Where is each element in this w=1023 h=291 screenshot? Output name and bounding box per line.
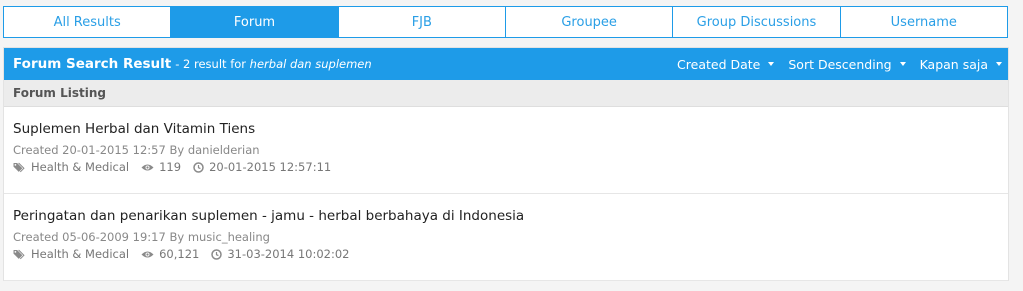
thread-meta: Created 20-01-2015 12:57 By danielderian bbox=[13, 143, 999, 157]
author-link[interactable]: music_healing bbox=[188, 230, 270, 244]
search-query: herbal dan suplemen bbox=[249, 57, 372, 71]
results-header: Forum Search Result - 2 result for herba… bbox=[4, 48, 1008, 80]
tab-forum[interactable]: Forum bbox=[171, 7, 339, 37]
tag-icon bbox=[13, 249, 26, 260]
views-count: 60,121 bbox=[159, 247, 200, 261]
time-range-label: Kapan saja bbox=[919, 56, 988, 72]
tab-group-discussions[interactable]: Group Discussions bbox=[673, 7, 841, 37]
sort-order-dropdown[interactable]: Sort Descending bbox=[788, 56, 906, 72]
caret-down-icon bbox=[768, 62, 775, 66]
category-stat: Health & Medical bbox=[13, 247, 129, 261]
eye-icon bbox=[141, 163, 154, 172]
created-info: Created 05-06-2009 19:17 By bbox=[13, 230, 185, 244]
category-link[interactable]: Health & Medical bbox=[31, 247, 129, 261]
clock-icon bbox=[211, 248, 223, 260]
thread-title-link[interactable]: Peringatan dan penarikan suplemen - jamu… bbox=[13, 208, 524, 224]
thread-stats: Health & Medical 119 20-01-2015 12:57:11 bbox=[13, 160, 999, 174]
tab-fjb[interactable]: FJB bbox=[339, 7, 506, 37]
last-post-stat: 20-01-2015 12:57:11 bbox=[193, 160, 331, 174]
results-count: - 2 result for bbox=[175, 57, 247, 71]
author-link[interactable]: danielderian bbox=[188, 143, 260, 157]
created-info: Created 20-01-2015 12:57 By bbox=[13, 143, 185, 157]
thread-title-link[interactable]: Suplemen Herbal dan Vitamin Tiens bbox=[13, 121, 255, 137]
sort-order-label: Sort Descending bbox=[788, 56, 892, 72]
tag-icon bbox=[13, 162, 26, 173]
last-post-time: 31-03-2014 10:02:02 bbox=[227, 247, 350, 261]
last-post-stat: 31-03-2014 10:02:02 bbox=[211, 247, 350, 261]
list-item: Suplemen Herbal dan Vitamin Tiens Create… bbox=[4, 107, 1008, 194]
forum-results-panel: Forum Search Result - 2 result for herba… bbox=[3, 47, 1009, 281]
search-tabs: All Results Forum FJB Groupee Group Disc… bbox=[3, 6, 1008, 38]
forum-listing-label: Forum Listing bbox=[4, 80, 1008, 107]
clock-icon bbox=[193, 161, 204, 173]
tab-groupee[interactable]: Groupee bbox=[506, 7, 674, 37]
eye-icon bbox=[141, 250, 154, 259]
category-stat: Health & Medical bbox=[13, 160, 129, 174]
time-range-dropdown[interactable]: Kapan saja bbox=[920, 57, 1002, 72]
results-summary: - 2 result for herbal dan suplemen bbox=[175, 57, 371, 71]
caret-down-icon bbox=[996, 62, 1002, 66]
sort-field-label: Created Date bbox=[677, 56, 761, 72]
last-post-time: 20-01-2015 12:57:11 bbox=[209, 160, 332, 174]
views-count: 119 bbox=[159, 160, 182, 174]
views-stat: 119 bbox=[141, 160, 181, 174]
caret-down-icon bbox=[899, 62, 906, 66]
sort-field-dropdown[interactable]: Created Date bbox=[677, 56, 775, 72]
thread-meta: Created 05-06-2009 19:17 By music_healin… bbox=[13, 230, 999, 244]
views-stat: 60,121 bbox=[141, 247, 199, 261]
tab-username[interactable]: Username bbox=[841, 7, 1007, 37]
list-item: Peringatan dan penarikan suplemen - jamu… bbox=[4, 194, 1008, 281]
results-title: Forum Search Result bbox=[13, 56, 172, 72]
category-link[interactable]: Health & Medical bbox=[31, 160, 129, 174]
sort-controls: Created Date Sort Descending Kapan saja bbox=[663, 48, 1002, 80]
tab-all-results[interactable]: All Results bbox=[4, 7, 172, 37]
thread-stats: Health & Medical 60,121 31-03-2014 10:02… bbox=[13, 247, 999, 261]
